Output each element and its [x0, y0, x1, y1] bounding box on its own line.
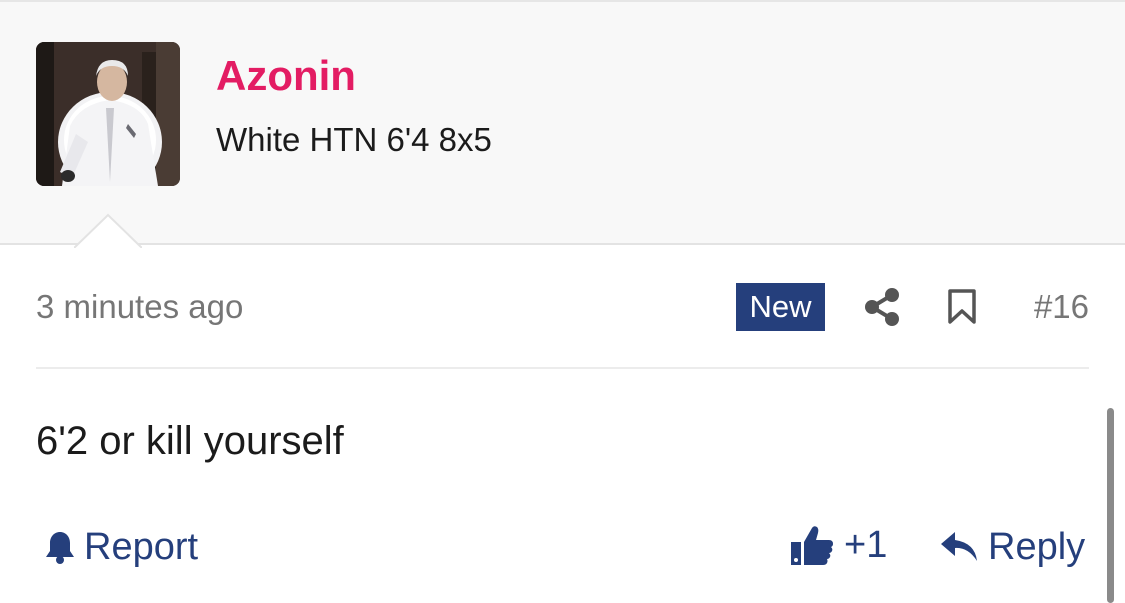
- reply-button[interactable]: Reply: [940, 524, 1085, 570]
- post-meta-row: 3 minutes ago New #16: [36, 282, 1089, 332]
- post-body: 6'2 or kill yourself: [36, 419, 344, 463]
- like-button[interactable]: +1: [790, 522, 887, 568]
- report-button[interactable]: Report: [44, 524, 198, 570]
- reply-arrow-icon: [941, 532, 977, 561]
- user-title: White HTN 6'4 8x5: [216, 121, 492, 158]
- new-badge: New: [736, 283, 825, 331]
- meta-divider: [36, 367, 1089, 369]
- avatar[interactable]: [36, 42, 180, 186]
- like-count: +1: [844, 523, 888, 566]
- report-label: Report: [84, 525, 199, 568]
- thumbs-up-icon: [791, 526, 833, 565]
- reply-label: Reply: [988, 525, 1086, 568]
- scrollbar[interactable]: [1107, 408, 1114, 603]
- post-number[interactable]: #16: [1034, 288, 1089, 326]
- post-timestamp[interactable]: 3 minutes ago: [36, 288, 243, 326]
- username[interactable]: Azonin: [216, 52, 356, 100]
- share-icon[interactable]: [864, 287, 900, 327]
- post-user-header: Azonin White HTN 6'4 8x5: [0, 0, 1125, 250]
- header-pointer-arrow: [74, 213, 142, 250]
- bookmark-icon[interactable]: [947, 289, 977, 325]
- bell-icon: [46, 532, 74, 564]
- avatar-image: [36, 42, 180, 186]
